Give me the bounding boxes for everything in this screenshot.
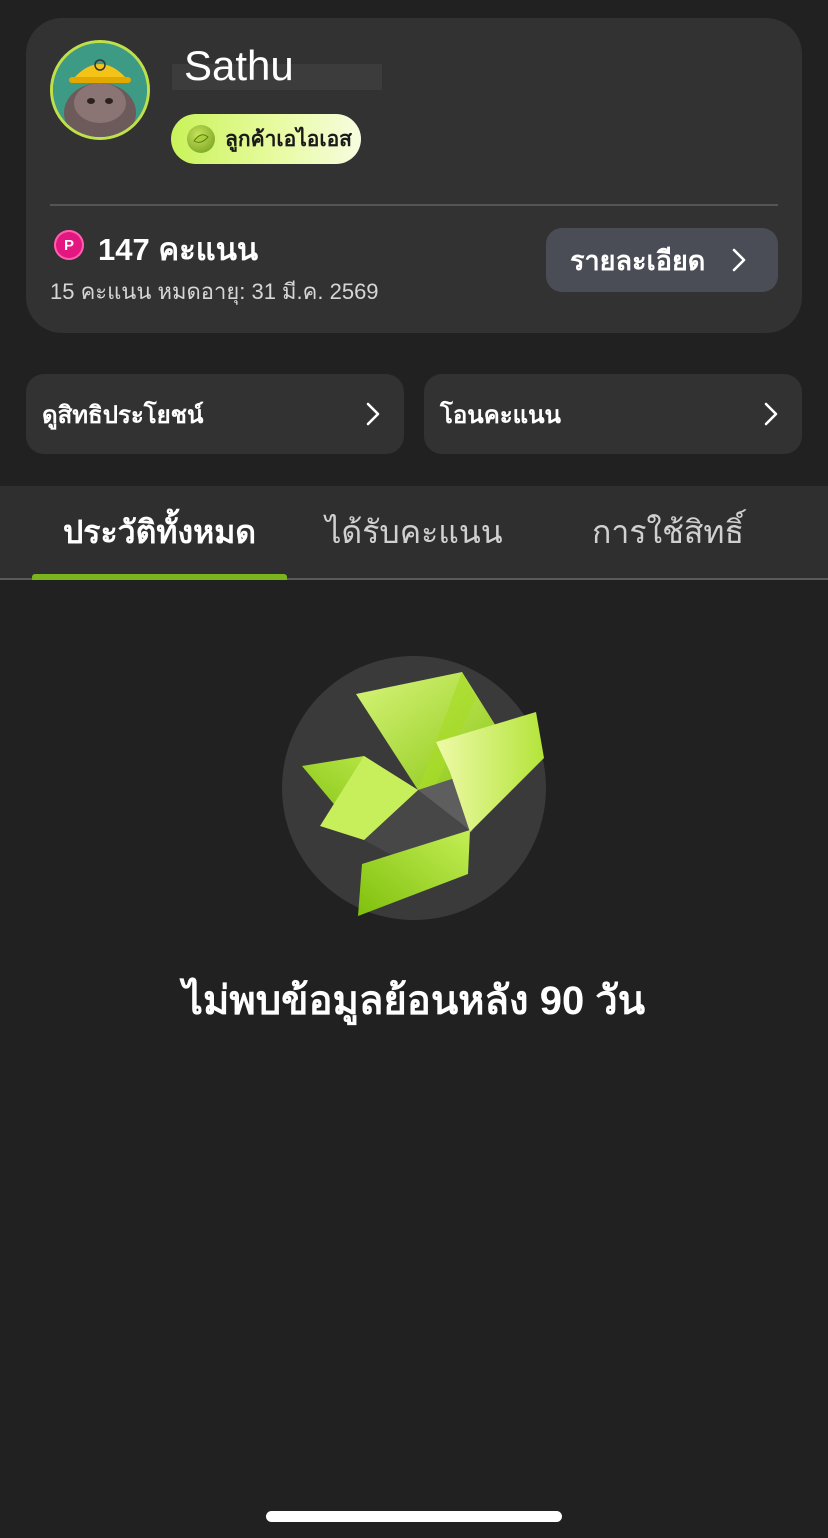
tier-label: ลูกค้าเอไอเอส (225, 127, 352, 151)
view-privileges-label: ดูสิทธิประโยชน์ (42, 401, 204, 429)
avatar[interactable] (50, 40, 150, 140)
home-indicator[interactable] (266, 1511, 562, 1522)
divider (50, 204, 778, 206)
username-field: Sathu (172, 42, 382, 90)
points-detail-button[interactable]: รายละเอียด (546, 228, 778, 292)
profile-card: Sathu ลูกค้าเอไอเอส P 147 คะแนน 15 คะแนน… (26, 18, 802, 333)
username: Sathu (184, 42, 294, 89)
open-box-icon (280, 654, 548, 927)
chevron-right-icon (764, 402, 778, 426)
tier-badge[interactable]: ลูกค้าเอไอเอส (171, 114, 361, 164)
points-icon: P (54, 230, 84, 260)
tab-privileges-used[interactable]: การใช้สิทธิ์ (556, 486, 780, 578)
view-privileges-button[interactable]: ดูสิทธิประโยชน์ (26, 374, 404, 454)
transfer-points-button[interactable]: โอนคะแนน (424, 374, 802, 454)
tab-all-history[interactable]: ประวัติทั้งหมด (32, 486, 287, 578)
detail-button-label: รายละเอียด (570, 245, 706, 276)
empty-state-message: ไม่พบข้อมูลย้อนหลัง 90 วัน (182, 979, 646, 1023)
tier-leaf-icon (187, 125, 215, 153)
chevron-right-icon (366, 402, 380, 426)
tab-points-earned[interactable]: ได้รับคะแนน (300, 486, 528, 578)
chevron-right-icon (732, 248, 746, 272)
points-expiry: 15 คะแนน หมดอายุ: 31 มี.ค. 2569 (50, 279, 379, 304)
active-tab-indicator (32, 574, 287, 580)
transfer-points-label: โอนคะแนน (440, 401, 561, 429)
history-tabs: ประวัติทั้งหมด ได้รับคะแนน การใช้สิทธิ์ (0, 486, 828, 580)
points-balance: 147 คะแนน (98, 232, 259, 267)
avatar-image (53, 43, 147, 137)
